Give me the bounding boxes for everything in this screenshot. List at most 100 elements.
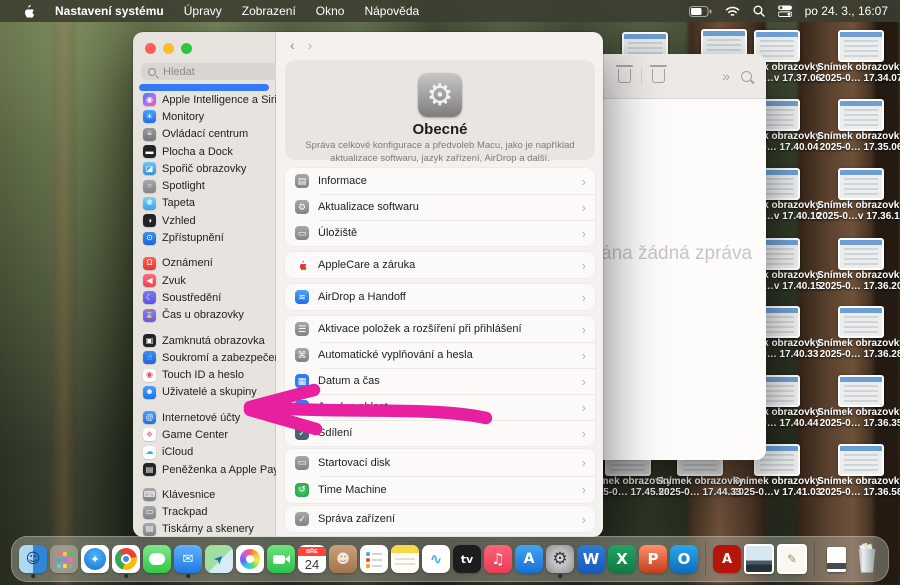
close-button[interactable] [145, 43, 156, 54]
chevron-right-icon: › [582, 455, 586, 470]
sidebar-item-tapeta[interactable]: ❋Tapeta [138, 195, 272, 212]
dock-finder-icon[interactable]: ☺ [19, 545, 47, 573]
dock-outlook-icon[interactable]: O [670, 545, 698, 573]
search-icon[interactable] [753, 5, 765, 17]
settings-row-applecare-a-zaruka[interactable]: AppleCare a záruka› [285, 252, 595, 278]
forward-button[interactable]: › [308, 37, 313, 53]
sidebar-item-ovladaci-centrum[interactable]: ≡Ovládací centrum [138, 126, 272, 143]
dock-chrome-icon[interactable] [112, 545, 140, 573]
settings-row-aktivace-polozek-a-rozsireni-pri-prihlaseni[interactable]: ☰Aktivace položek a rozšíření při přihlá… [285, 316, 595, 342]
dock-notes-icon[interactable] [391, 545, 419, 573]
settings-row-sprava-zarizeni[interactable]: ✓Správa zařízení› [285, 506, 595, 532]
dock-stack-sketch-icon[interactable]: ✎ [777, 544, 807, 574]
sidebar-item-uzivatele-a-skupiny[interactable]: ☻Uživatelé a skupiny [138, 384, 272, 401]
sidebar-item-penezenka-a-apple-pay[interactable]: ▤Peněženka a Apple Pay [138, 461, 272, 478]
settings-row-airdrop-a-handoff[interactable]: ≋AirDrop a Handoff› [285, 284, 595, 310]
sidebar-selected-item-partial[interactable] [139, 84, 269, 92]
dock-word-icon[interactable]: W [577, 545, 605, 573]
control-center-icon[interactable] [778, 5, 792, 17]
sidebar-item-touch-id-a-heslo[interactable]: ◉Touch ID a heslo [138, 366, 272, 383]
more-chevrons-icon[interactable]: » [722, 68, 729, 84]
search-input[interactable] [141, 63, 279, 80]
dock-contacts-icon[interactable]: ☻ [329, 545, 357, 573]
dock-facetime-icon[interactable] [267, 545, 295, 573]
desktop-file-icon[interactable] [838, 306, 884, 338]
dock-reminders-icon[interactable] [360, 545, 388, 573]
settings-row-aktualizace-softwaru[interactable]: ⚙Aktualizace softwaru› [285, 194, 595, 220]
messages-glyph [149, 553, 165, 565]
screenshot-thumbnail [838, 99, 884, 131]
desktop-file-icon[interactable] [838, 375, 884, 407]
settings-row-automaticke-vyplnovani-a-hesla[interactable]: ⌘Automatické vyplňování a hesla› [285, 342, 595, 368]
desktop-file-icon[interactable] [838, 99, 884, 131]
dock-calendar-icon[interactable]: BŘE24 [298, 545, 326, 573]
menu-zobrazeni[interactable]: Zobrazení [232, 4, 306, 18]
wifi-icon[interactable] [725, 6, 740, 17]
junk-icon[interactable] [652, 69, 665, 83]
sidebar-item-zamknuta-obrazovka[interactable]: ▣Zamknutá obrazovka [138, 332, 272, 349]
settings-row-uloziste[interactable]: ▭Úložiště› [285, 220, 595, 246]
dock-launchpad-icon[interactable] [50, 545, 78, 573]
sidebar-item-klavesnice[interactable]: ⌨Klávesnice [138, 486, 272, 503]
dock-mail-icon[interactable]: ✉ [174, 545, 202, 573]
dock-trash-icon[interactable] [853, 545, 881, 573]
desktop-file-icon[interactable] [838, 444, 884, 476]
sidebar-item-tiskarny-a-skenery[interactable]: ▤Tiskárny a skenery [138, 521, 272, 537]
dock-stack-photos-icon[interactable] [744, 544, 774, 574]
dock-appletv-icon[interactable]: tv [453, 545, 481, 573]
menu-bar-clock[interactable]: po 24. 3., 16:07 [805, 4, 888, 18]
menu-upravy[interactable]: Úpravy [174, 4, 232, 18]
settings-row-jazyk-a-oblast[interactable]: ⊕Jazyk a oblast› [285, 394, 595, 420]
dock-safari-icon[interactable]: ✦ [81, 545, 109, 573]
desktop-file-icon[interactable] [838, 238, 884, 270]
settings-row-datum-a-cas[interactable]: ▦Datum a čas› [285, 368, 595, 394]
sidebar-item-plocha-a-dock[interactable]: ▬Plocha a Dock [138, 143, 272, 160]
uzivatele-a-skupiny-icon: ☻ [143, 386, 156, 399]
trash-glyph [857, 549, 877, 573]
back-button[interactable]: ‹ [290, 37, 295, 53]
dock-photos-icon[interactable] [236, 545, 264, 573]
sidebar-item-soustredeni[interactable]: ☾Soustředění [138, 289, 272, 306]
sidebar-item-game-center[interactable]: ❖Game Center [138, 426, 272, 443]
apple-menu[interactable] [12, 4, 45, 19]
sidebar-item-monitory[interactable]: ☀Monitory [138, 108, 272, 125]
sidebar-item-spotlight[interactable]: ○Spotlight [138, 177, 272, 194]
dock-music-icon[interactable]: ♫ [484, 545, 512, 573]
sidebar-item-oznameni[interactable]: ΩOznámení [138, 255, 272, 272]
settings-row-startovaci-disk[interactable]: ▭Startovací disk› [285, 449, 595, 476]
desktop-file-icon[interactable] [838, 30, 884, 62]
battery-icon[interactable] [689, 6, 712, 17]
settings-row-sdileni[interactable]: ✓Sdílení› [285, 420, 595, 446]
sidebar-item-cas-u-obrazovky[interactable]: ⌛Čas u obrazovky [138, 307, 272, 324]
sidebar-item-vzhled[interactable]: ◑Vzhled [138, 212, 272, 229]
plocha-a-dock-icon: ▬ [143, 145, 156, 158]
trash-icon[interactable] [618, 69, 631, 83]
dock-messages-icon[interactable] [143, 545, 171, 573]
settings-row-informace[interactable]: ▤Informace› [285, 168, 595, 194]
menu-okno[interactable]: Okno [306, 4, 355, 18]
sidebar-item-apple-intelligence-a-siri[interactable]: ◉Apple Intelligence a Siri [138, 91, 272, 108]
settings-row-time-machine[interactable]: ↺Time Machine› [285, 476, 595, 503]
dock-powerpoint-icon[interactable]: P [639, 545, 667, 573]
minimize-button[interactable] [163, 43, 174, 54]
dock-maps-icon[interactable]: ➤ [205, 545, 233, 573]
sidebar-item-zvuk[interactable]: ◀Zvuk [138, 272, 272, 289]
menu-nastaveni-systemu[interactable]: Nastavení systému [45, 4, 174, 18]
dock-excel-icon[interactable]: X [608, 545, 636, 573]
search-icon[interactable] [741, 71, 752, 82]
dock-acrobat-icon[interactable]: A [713, 545, 741, 573]
zoom-button[interactable] [181, 43, 192, 54]
dock-freeform-icon[interactable]: ∿ [422, 545, 450, 573]
desktop-file-icon[interactable] [838, 168, 884, 200]
sidebar-item-trackpad[interactable]: ▭Trackpad [138, 504, 272, 521]
dock-appstore-icon[interactable]: A [515, 545, 543, 573]
menu-napoveda[interactable]: Nápověda [354, 4, 429, 18]
dock-system-settings-icon[interactable]: ⚙ [546, 545, 574, 573]
sidebar-item-internetove-ucty[interactable]: @Internetové účty [138, 409, 272, 426]
sidebar-item-zpristupneni[interactable]: ⊙Zpřístupnění [138, 229, 272, 246]
dock-document-icon[interactable] [822, 545, 850, 573]
sidebar-item-soukromi-a-zabezpeceni[interactable]: ☝Soukromí a zabezpečení [138, 349, 272, 366]
toolbar-divider [641, 68, 642, 84]
sidebar-item-sporic-obrazovky[interactable]: ◪Spořič obrazovky [138, 160, 272, 177]
sidebar-item-icloud[interactable]: ☁iCloud [138, 444, 272, 461]
